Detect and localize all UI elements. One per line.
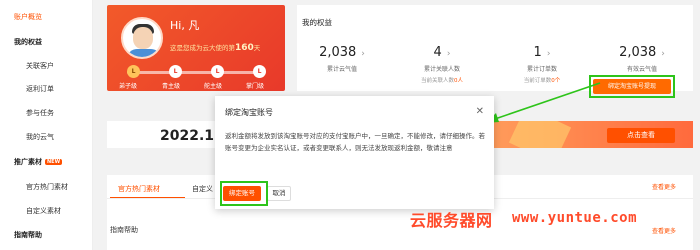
level-2-icon: L (169, 65, 182, 78)
chevron-right-icon: › (446, 49, 451, 59)
highlight-box (220, 181, 268, 206)
username: 凡 (188, 19, 200, 32)
greeting: Hi, 凡 (170, 19, 200, 32)
promo-date: 2022.1. (160, 128, 220, 144)
annotation-arrow (486, 82, 601, 123)
avatar (121, 17, 163, 59)
chevron-right-icon: › (546, 49, 551, 59)
sidebar-item-custom-materials[interactable]: 自定义素材 (26, 206, 61, 216)
close-icon[interactable]: ✕ (476, 106, 484, 117)
stat-valid-cloud[interactable]: 2,038 › 有效云气值 (597, 45, 687, 73)
rights-title: 我的权益 (302, 18, 332, 27)
sidebar-item-tasks[interactable]: 参与任务 (26, 108, 54, 118)
sidebar-group-rights[interactable]: 我的权益 (14, 37, 42, 47)
sidebar-item-overview[interactable]: 账户概览 (14, 12, 42, 22)
sidebar-item-official-materials[interactable]: 官方热门素材 (26, 182, 68, 192)
cancel-button[interactable]: 取消 (267, 186, 291, 201)
level-progress-bar (127, 71, 265, 74)
sidebar: 账户概览 我的权益 关联客户 返利订单 参与任务 我的云气 推广素材 NEW 官方… (0, 0, 93, 250)
days-text: 这是您成为云大使的第160天 (170, 43, 261, 53)
sidebar-group-materials[interactable]: 推广素材 NEW (14, 157, 63, 167)
level-3-icon: L (211, 65, 224, 78)
sidebar-item-orders[interactable]: 返利订单 (26, 84, 54, 94)
stat-total-orders[interactable]: 1 › 累计订单数 当前订单数0个 (497, 45, 587, 84)
dialog-title: 绑定淘宝账号 (225, 108, 273, 117)
stat-total-associated[interactable]: 4 › 累计关联人数 当前关联人数0人 (397, 45, 487, 84)
profile-banner: Hi, 凡 这是您成为云大使的第160天 L L L L 弟子级 青主级 舵主级… (107, 5, 285, 91)
level-4-icon: L (253, 65, 266, 78)
level-label: 青主级 (162, 83, 181, 90)
sidebar-item-customers[interactable]: 关联客户 (26, 61, 54, 71)
chevron-right-icon: › (661, 49, 665, 59)
promo-view-button[interactable]: 点击查看 (607, 128, 675, 143)
new-badge: NEW (45, 159, 63, 165)
sidebar-group-help[interactable]: 指南帮助 (14, 230, 42, 240)
sidebar-item-cloud[interactable]: 我的云气 (26, 132, 54, 142)
level-label: 舵主级 (204, 83, 223, 90)
dialog-body: 返利金额将发放到该淘宝账号对应的支付宝账户中，一旦确定，不能修改，请仔细操作。若… (225, 132, 485, 152)
guide-title: 指南帮助 (110, 226, 138, 234)
stat-total-cloud[interactable]: 2,038 › 累计云气值 (297, 45, 387, 73)
level-label: 掌门级 (246, 83, 265, 90)
level-1-icon: L (127, 65, 140, 78)
watermark-text: 云服务器网 (410, 211, 493, 230)
tab-official-materials[interactable]: 官方热门素材 (118, 184, 160, 194)
guide-see-more-link[interactable]: 查看更多 (652, 226, 676, 235)
see-more-link[interactable]: 查看更多 (652, 182, 676, 191)
chevron-right-icon: › (361, 49, 365, 59)
watermark-url: www.yuntue.com (512, 210, 638, 226)
sidebar-group-materials-label: 推广素材 (14, 158, 42, 166)
level-label: 弟子级 (119, 83, 138, 90)
tab-custom-materials[interactable]: 自定义 (192, 184, 213, 194)
